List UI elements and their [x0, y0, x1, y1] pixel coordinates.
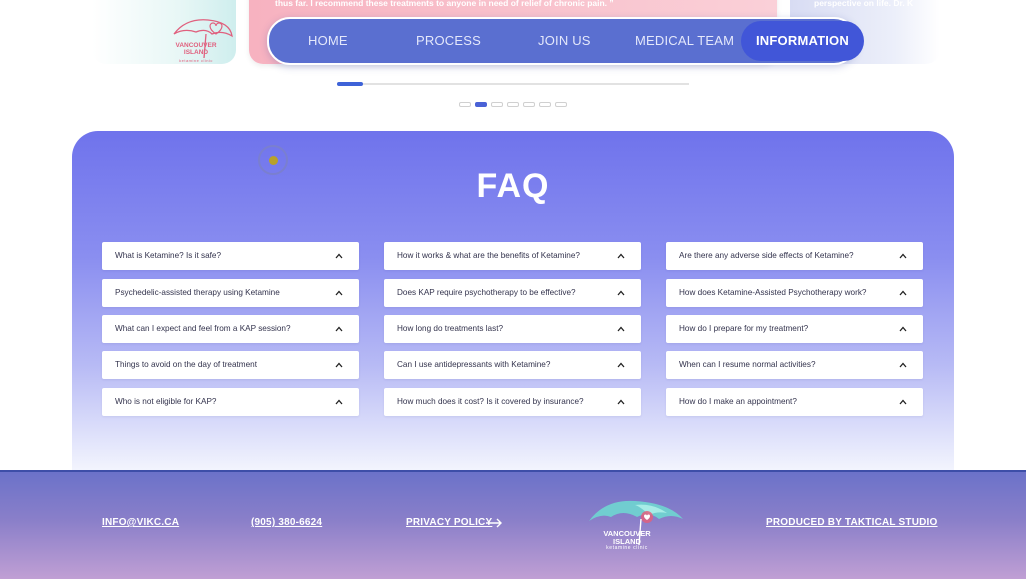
chevron-up-icon[interactable]	[335, 398, 343, 406]
logo-wordmark: VANCOUVER ISLAND	[175, 42, 217, 56]
faq-question-text: When can I resume normal activities?	[679, 360, 816, 369]
chevron-up-icon[interactable]	[335, 289, 343, 297]
faq-question-text: How it works & what are the benefits of …	[397, 251, 580, 260]
faq-question-item[interactable]: How long do treatments last?	[384, 315, 641, 343]
footer-logo-wordmark: VANCOUVER ISLAND	[603, 529, 651, 546]
faq-question-item[interactable]: Who is not eligible for KAP?	[102, 388, 359, 416]
faq-question-item[interactable]: When can I resume normal activities?	[666, 351, 923, 379]
faq-question-item[interactable]: What is Ketamine? Is it safe?	[102, 242, 359, 270]
testimonial-quote: thus far. I recommend these treatments t…	[275, 0, 614, 8]
chevron-up-icon[interactable]	[899, 289, 907, 297]
carousel-dot[interactable]	[491, 102, 503, 107]
chevron-up-icon[interactable]	[335, 252, 343, 260]
faq-question-item[interactable]: Can I use antidepressants with Ketamine?	[384, 351, 641, 379]
chevron-up-icon[interactable]	[617, 289, 625, 297]
faq-question-text: Who is not eligible for KAP?	[115, 397, 217, 406]
faq-question-item[interactable]: How much does it cost? Is it covered by …	[384, 388, 641, 416]
main-navigation: HOME PROCESS JOIN US MEDICAL TEAM INFORM…	[267, 17, 864, 65]
faq-question-text: How much does it cost? Is it covered by …	[397, 397, 584, 406]
faq-question-item[interactable]: How does Ketamine-Assisted Psychotherapy…	[666, 279, 923, 307]
faq-question-text: Can I use antidepressants with Ketamine?	[397, 360, 551, 369]
faq-question-text: Does KAP require psychotherapy to be eff…	[397, 288, 576, 297]
carousel-progress-fill	[337, 82, 363, 86]
faq-question-text: What is Ketamine? Is it safe?	[115, 251, 222, 260]
carousel-dot[interactable]	[459, 102, 471, 107]
faq-question-item[interactable]: Things to avoid on the day of treatment	[102, 351, 359, 379]
faq-question-text: Things to avoid on the day of treatment	[115, 360, 258, 369]
footer-logo-subtitle: ketamine clinic	[606, 545, 648, 551]
faq-question-item[interactable]: What can I expect and feel from a KAP se…	[102, 315, 359, 343]
carousel-dot[interactable]	[507, 102, 519, 107]
arrow-right-icon[interactable]	[485, 518, 503, 528]
nav-information[interactable]: INFORMATION	[741, 21, 864, 61]
chevron-up-icon[interactable]	[617, 252, 625, 260]
faq-question-text: How do I make an appointment?	[679, 397, 797, 406]
faq-question-item[interactable]: Are there any adverse side effects of Ke…	[666, 242, 923, 270]
chevron-up-icon[interactable]	[617, 398, 625, 406]
carousel-dot[interactable]	[475, 102, 487, 107]
cursor-dot-icon	[269, 156, 278, 165]
faq-title: FAQ	[476, 167, 550, 205]
carousel-dot[interactable]	[539, 102, 551, 107]
testimonial-quote-next: perspective on life. Dr. K	[814, 0, 914, 8]
faq-question-item[interactable]: How do I make an appointment?	[666, 388, 923, 416]
chevron-up-icon[interactable]	[899, 398, 907, 406]
faq-question-item[interactable]: Psychedelic-assisted therapy using Ketam…	[102, 279, 359, 307]
footer-privacy-link[interactable]: PRIVACY POLICY	[406, 517, 492, 528]
chevron-up-icon[interactable]	[335, 361, 343, 369]
carousel-dot[interactable]	[555, 102, 567, 107]
faq-question-text: How long do treatments last?	[397, 324, 504, 333]
footer-email-link[interactable]: INFO@VIKC.CA	[102, 517, 179, 528]
chevron-up-icon[interactable]	[335, 325, 343, 333]
nav-process[interactable]: PROCESS	[416, 19, 481, 63]
footer-credit-link[interactable]: PRODUCED BY TAKTICAL STUDIO	[766, 517, 938, 528]
chevron-up-icon[interactable]	[617, 361, 625, 369]
footer-phone-link[interactable]: (905) 380-6624	[251, 517, 322, 528]
faq-question-text: What can I expect and feel from a KAP se…	[115, 324, 291, 333]
carousel-dot[interactable]	[523, 102, 535, 107]
chevron-up-icon[interactable]	[899, 325, 907, 333]
faq-question-item[interactable]: How do I prepare for my treatment?	[666, 315, 923, 343]
faq-question-item[interactable]: How it works & what are the benefits of …	[384, 242, 641, 270]
logo-subtitle: ketamine clinic	[179, 58, 213, 63]
chevron-up-icon[interactable]	[899, 252, 907, 260]
faq-question-item[interactable]: Does KAP require psychotherapy to be eff…	[384, 279, 641, 307]
nav-medical-team[interactable]: MEDICAL TEAM	[635, 19, 734, 63]
faq-question-text: How does Ketamine-Assisted Psychotherapy…	[679, 288, 867, 297]
carousel-progress-bar	[337, 82, 689, 86]
nav-join-us[interactable]: JOIN US	[538, 19, 591, 63]
faq-question-text: Psychedelic-assisted therapy using Ketam…	[115, 288, 280, 297]
chevron-up-icon[interactable]	[899, 361, 907, 369]
nav-home[interactable]: HOME	[308, 19, 348, 63]
chevron-up-icon[interactable]	[617, 325, 625, 333]
faq-question-text: Are there any adverse side effects of Ke…	[679, 251, 854, 260]
faq-question-text: How do I prepare for my treatment?	[679, 324, 809, 333]
